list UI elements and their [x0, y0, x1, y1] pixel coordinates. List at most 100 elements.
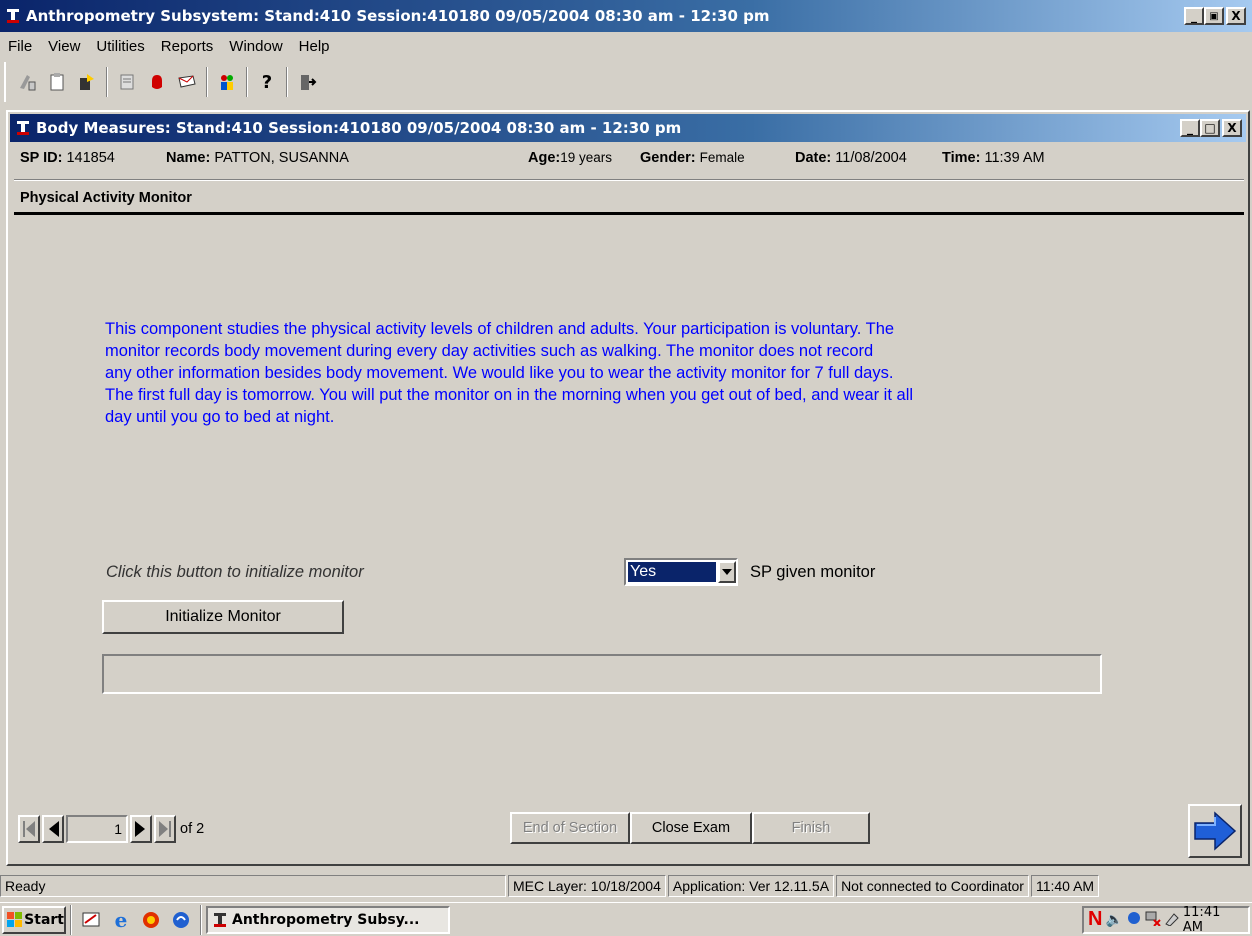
taskbar-task-anthropometry[interactable]: Anthropometry Subsy...	[206, 905, 450, 934]
menu-utilities[interactable]: Utilities	[90, 38, 150, 55]
pager: 1 of 2	[18, 812, 204, 846]
info-text-line: monitor records body movement during eve…	[105, 342, 874, 360]
browser-icon[interactable]	[136, 905, 166, 935]
date-label: Date:	[795, 150, 832, 166]
time-label: Time:	[942, 150, 981, 166]
status-mec-layer: MEC Layer: 10/18/2004	[508, 875, 666, 897]
age-label: Age:	[528, 150, 561, 166]
sp-id-label: SP ID:	[20, 150, 63, 166]
app-icon	[214, 912, 226, 927]
first-page-icon[interactable]	[18, 815, 40, 843]
child-maximize-button[interactable]: □	[1200, 119, 1220, 137]
toolbar: ?	[4, 62, 424, 102]
taskbar-separator	[200, 904, 202, 935]
menu-reports[interactable]: Reports	[155, 38, 220, 55]
right-arrow-icon	[1194, 811, 1237, 851]
app-icon	[4, 7, 22, 25]
taskbar: Start e Anthropometry Subsy... N 🔈 11:41…	[0, 902, 1252, 936]
toolbar-separator	[206, 67, 208, 97]
media-icon[interactable]	[166, 905, 196, 935]
name-value: PATTON, SUSANNA	[214, 150, 349, 166]
mail-icon[interactable]	[172, 67, 202, 97]
sp-given-select[interactable]: Yes	[624, 558, 738, 586]
n-app-icon[interactable]: N	[1088, 908, 1102, 931]
export-icon[interactable]	[72, 67, 102, 97]
initialize-progress-bar	[102, 654, 1102, 694]
sp-id-value: 141854	[66, 150, 115, 166]
windows-logo-icon	[7, 911, 22, 927]
toolbar-separator	[246, 67, 248, 97]
time-value: 11:39 AM	[984, 150, 1045, 166]
status-ready: Ready	[0, 875, 506, 897]
toolbar-separator	[286, 67, 288, 97]
info-text: This component studies the physical acti…	[105, 318, 1125, 428]
menu-file[interactable]: File	[2, 38, 38, 55]
people-icon[interactable]	[212, 67, 242, 97]
section-divider	[14, 212, 1244, 215]
info-text-line: The first full day is tomorrow. You will…	[105, 386, 914, 404]
app-title: Anthropometry Subsystem: Stand:410 Sessi…	[26, 7, 770, 25]
section-title: Physical Activity Monitor	[20, 190, 192, 206]
page-count: of 2	[180, 821, 205, 837]
date-value: 11/08/2004	[835, 150, 907, 166]
taskbar-clock: 11:41 AM	[1182, 904, 1221, 935]
network-disconnected-icon[interactable]	[1145, 910, 1161, 930]
sp-given-selected-value: Yes	[627, 561, 717, 583]
header-divider	[14, 179, 1244, 181]
help-icon[interactable]: ?	[252, 67, 282, 97]
restore-button[interactable]: ▣	[1204, 7, 1224, 25]
clipboard-icon[interactable]	[42, 67, 72, 97]
status-application: Application: Ver 12.11.5A	[667, 875, 835, 897]
menu-view[interactable]: View	[42, 38, 86, 55]
clear-icon[interactable]	[12, 67, 42, 97]
initialize-monitor-button[interactable]: Initialize Monitor	[102, 600, 344, 634]
end-of-section-button[interactable]: End of Section	[510, 812, 630, 844]
close-button[interactable]: X	[1226, 7, 1246, 25]
child-title-bar: Body Measures: Stand:410 Session:410180 …	[10, 114, 1246, 142]
status-bar: Ready MEC Layer: 10/18/2004 Application:…	[0, 874, 1252, 898]
child-app-icon	[14, 119, 32, 137]
page-number-field[interactable]: 1	[66, 815, 128, 843]
taskbar-task-label: Anthropometry Subsy...	[232, 911, 420, 928]
stop-hand-icon[interactable]	[142, 67, 172, 97]
taskbar-separator	[70, 904, 72, 935]
minimize-button[interactable]: _	[1184, 7, 1204, 25]
name-label: Name:	[166, 150, 211, 166]
last-page-icon[interactable]	[154, 815, 176, 843]
next-page-icon[interactable]	[130, 815, 152, 843]
internet-explorer-icon[interactable]: e	[106, 905, 136, 935]
menu-window[interactable]: Window	[223, 38, 288, 55]
menu-help[interactable]: Help	[293, 38, 336, 55]
initialize-prompt: Click this button to initialize monitor	[106, 563, 364, 581]
info-text-line: any other information besides body movem…	[105, 364, 894, 382]
age-value: 19 years	[560, 150, 613, 165]
status-coordinator: Not connected to Coordinator	[836, 875, 1029, 897]
app-title-bar: Anthropometry Subsystem: Stand:410 Sessi…	[0, 0, 1252, 32]
show-desktop-icon[interactable]	[76, 905, 106, 935]
gender-value: Female	[699, 150, 745, 165]
close-exam-button[interactable]: Close Exam	[630, 812, 752, 844]
previous-page-icon[interactable]	[42, 815, 64, 843]
info-text-line: day until you go to bed at night.	[105, 408, 335, 426]
status-time: 11:40 AM	[1030, 875, 1100, 897]
child-minimize-button[interactable]: _	[1180, 119, 1200, 137]
system-tray: N 🔈 11:41 AM	[1082, 904, 1250, 935]
start-label: Start	[24, 911, 64, 928]
notes-icon[interactable]	[112, 67, 142, 97]
info-text-line: This component studies the physical acti…	[105, 320, 895, 338]
child-window	[6, 110, 1250, 866]
menu-bar: File View Utilities Reports Window Help	[0, 34, 1252, 58]
child-title: Body Measures: Stand:410 Session:410180 …	[36, 119, 682, 137]
sp-given-label: SP given monitor	[750, 563, 876, 581]
tray-utility-icon[interactable]	[1164, 910, 1180, 930]
next-arrow-button[interactable]	[1188, 804, 1242, 858]
exit-door-icon[interactable]	[292, 67, 322, 97]
child-close-button[interactable]: X	[1222, 119, 1242, 137]
participant-header: SP ID: 141854 Name: PATTON, SUSANNA Age:…	[20, 150, 1240, 172]
gender-label: Gender:	[640, 150, 696, 166]
chevron-down-icon[interactable]	[718, 561, 736, 583]
start-button[interactable]: Start	[2, 905, 66, 934]
network-status-icon[interactable]	[1126, 911, 1142, 929]
finish-button[interactable]: Finish	[752, 812, 870, 844]
volume-icon[interactable]: 🔈	[1105, 911, 1122, 928]
